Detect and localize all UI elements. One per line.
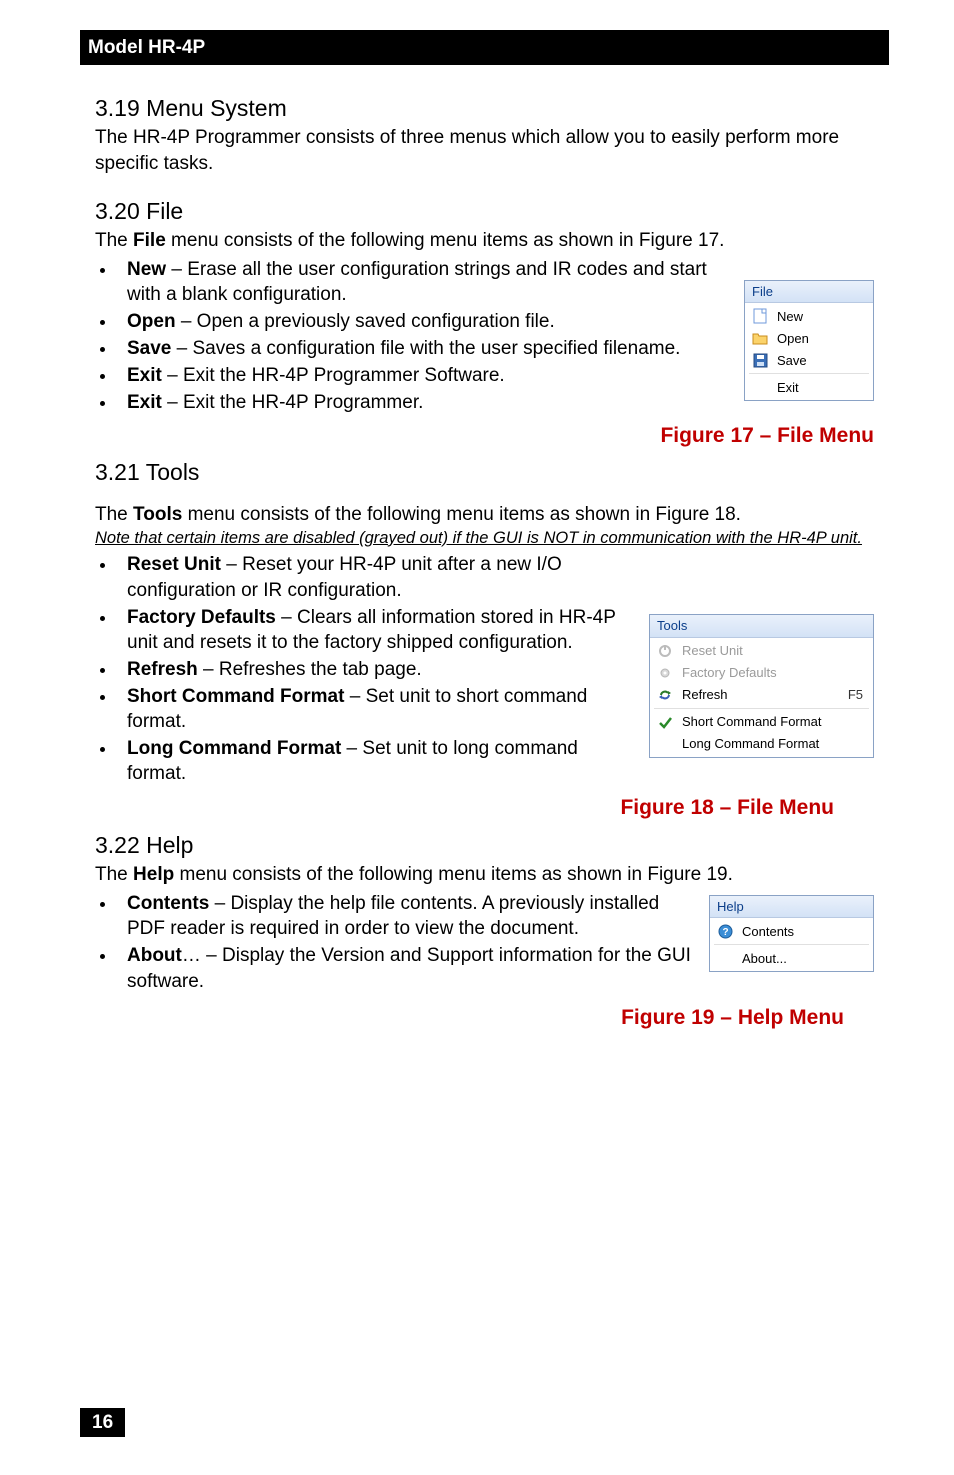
file-bullet-list: New – Erase all the user configuration s… bbox=[95, 257, 730, 415]
list-item: Save – Saves a configuration file with t… bbox=[117, 336, 730, 361]
section-title-file: 3.20 File bbox=[95, 196, 874, 226]
tools-menu-title[interactable]: Tools bbox=[650, 615, 873, 637]
list-item: Contents – Display the help file content… bbox=[117, 891, 695, 941]
refresh-arrows-icon bbox=[656, 688, 674, 702]
menu-item-long-cmd[interactable]: Long Command Format bbox=[650, 733, 873, 755]
section-title-tools: 3.21 Tools bbox=[95, 457, 874, 487]
save-disk-icon bbox=[751, 353, 769, 368]
gear-icon bbox=[656, 666, 674, 680]
menu-separator bbox=[714, 944, 869, 945]
list-item: Refresh – Refreshes the tab page. bbox=[117, 657, 635, 682]
help-icon: ? bbox=[716, 924, 734, 939]
menu-item-contents[interactable]: ? Contents bbox=[710, 920, 873, 942]
menu-item-new[interactable]: New bbox=[745, 305, 873, 327]
figure-caption-file: Figure 17 – File Menu bbox=[95, 422, 874, 450]
menu-item-short-cmd[interactable]: Short Command Format bbox=[650, 711, 873, 733]
file-menu-title[interactable]: File bbox=[745, 281, 873, 303]
page-number: 16 bbox=[80, 1408, 125, 1437]
model-header: Model HR-4P bbox=[80, 30, 889, 65]
list-item: Reset Unit – Reset your HR-4P unit after… bbox=[117, 552, 635, 602]
help-menu-title[interactable]: Help bbox=[710, 896, 873, 918]
section-intro-menu-system: The HR-4P Programmer consists of three m… bbox=[95, 125, 874, 175]
tools-menu-screenshot: Tools Reset Unit Factory Defaults bbox=[649, 614, 874, 757]
menu-item-open[interactable]: Open bbox=[745, 327, 873, 349]
file-menu-screenshot: File New Open bbox=[744, 280, 874, 401]
figure-caption-help: Figure 19 – Help Menu bbox=[95, 1004, 874, 1032]
menu-separator bbox=[654, 708, 869, 709]
menu-item-refresh[interactable]: Refresh F5 bbox=[650, 684, 873, 706]
svg-text:?: ? bbox=[722, 927, 728, 938]
menu-item-factory-defaults[interactable]: Factory Defaults bbox=[650, 662, 873, 684]
section-title-menu-system: 3.19 Menu System bbox=[95, 93, 874, 123]
list-item: Exit – Exit the HR-4P Programmer Softwar… bbox=[117, 363, 730, 388]
help-bullet-list: Contents – Display the help file content… bbox=[95, 891, 695, 993]
menu-item-save[interactable]: Save bbox=[745, 349, 873, 371]
figure-caption-tools: Figure 18 – File Menu bbox=[95, 794, 874, 822]
new-page-icon bbox=[751, 308, 769, 324]
list-item: New – Erase all the user configuration s… bbox=[117, 257, 730, 307]
section-intro-help: The Help menu consists of the following … bbox=[95, 862, 874, 887]
tools-note: Note that certain items are disabled (gr… bbox=[95, 529, 874, 549]
section-intro-tools: The Tools menu consists of the following… bbox=[95, 502, 874, 527]
model-header-text: Model HR-4P bbox=[88, 37, 205, 58]
section-title-help: 3.22 Help bbox=[95, 830, 874, 860]
check-icon bbox=[656, 715, 674, 729]
reset-icon bbox=[656, 644, 674, 658]
section-intro-file: The File menu consists of the following … bbox=[95, 228, 874, 253]
list-item: Open – Open a previously saved configura… bbox=[117, 309, 730, 334]
help-menu-screenshot: Help ? Contents About... bbox=[709, 895, 874, 972]
menu-item-reset-unit[interactable]: Reset Unit bbox=[650, 640, 873, 662]
open-folder-icon bbox=[751, 331, 769, 345]
tools-bullet-list: Reset Unit – Reset your HR-4P unit after… bbox=[95, 552, 635, 786]
menu-separator bbox=[749, 373, 869, 374]
menu-item-about[interactable]: About... bbox=[710, 947, 873, 969]
list-item: Short Command Format – Set unit to short… bbox=[117, 684, 635, 734]
menu-item-exit[interactable]: Exit bbox=[745, 376, 873, 398]
list-item: Factory Defaults – Clears all informatio… bbox=[117, 605, 635, 655]
list-item: About… – Display the Version and Support… bbox=[117, 943, 695, 993]
list-item: Exit – Exit the HR-4P Programmer. bbox=[117, 390, 730, 415]
list-item: Long Command Format – Set unit to long c… bbox=[117, 736, 635, 786]
